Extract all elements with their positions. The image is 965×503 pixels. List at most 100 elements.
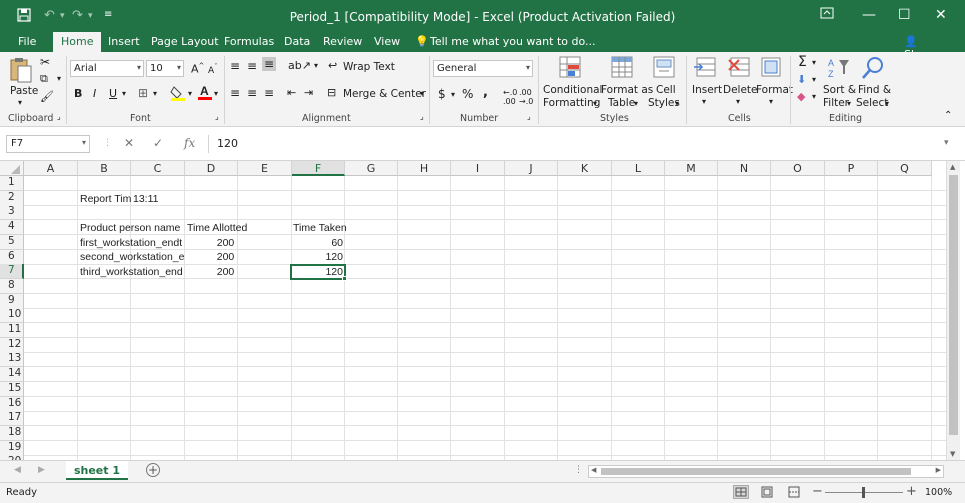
column-header-c[interactable]: C — [131, 161, 185, 176]
next-sheet-icon[interactable]: ▶ — [38, 465, 45, 475]
decrease-indent-icon[interactable]: ⇤ — [287, 86, 296, 99]
worksheet-grid[interactable]: ABCDEFGHIJKLMNOPQ 1 2 3 4 5 6 7 8 9 10 11 12 13 14 15 1… — [0, 161, 946, 460]
column-header-m[interactable]: M — [665, 161, 718, 176]
page-break-view-icon[interactable] — [787, 486, 801, 501]
horizontal-scrollbar[interactable]: ◀ ▶ — [588, 465, 944, 478]
tab-review[interactable]: Review — [323, 35, 362, 48]
merge-center-icon[interactable]: ⊟ — [327, 86, 336, 99]
fill-handle[interactable] — [342, 276, 347, 281]
tab-insert[interactable]: Insert — [108, 35, 140, 48]
delete-cells-icon[interactable] — [726, 56, 752, 83]
borders-icon[interactable]: ⊞ — [138, 86, 148, 100]
cell-f4[interactable]: Time Taken — [293, 221, 355, 236]
expand-formula-bar-icon[interactable]: ▾ — [944, 138, 949, 148]
cell-b6[interactable]: second_workstation_e — [80, 250, 185, 265]
find-select-label-1[interactable]: Find & — [858, 84, 891, 96]
maximize-icon[interactable]: ☐ — [898, 7, 911, 23]
format-as-table-icon[interactable] — [610, 56, 636, 83]
horizontal-scroll-thumb[interactable] — [601, 468, 911, 475]
minimize-icon[interactable]: — — [862, 7, 876, 23]
conditional-formatting-label-1[interactable]: Conditional — [543, 84, 602, 96]
underline-button[interactable]: U — [109, 87, 117, 100]
prev-sheet-icon[interactable]: ◀ — [14, 465, 21, 475]
sheet-tab-1[interactable]: sheet 1 — [66, 461, 128, 480]
row-header-19[interactable]: 19 — [0, 440, 24, 456]
cell-b4[interactable]: Product person name — [80, 221, 187, 236]
number-format-select[interactable]: General ▾ — [433, 60, 533, 77]
magnifier-icon[interactable] — [860, 56, 886, 83]
font-color-dropdown-icon[interactable]: ▾ — [214, 89, 218, 98]
cell-styles-icon[interactable] — [652, 56, 678, 83]
cancel-icon[interactable]: ✕ — [124, 136, 134, 150]
copy-icon[interactable]: ⧉ — [40, 72, 48, 86]
enter-icon[interactable]: ✓ — [153, 136, 163, 150]
scroll-right-icon[interactable]: ▶ — [936, 466, 941, 474]
zoom-in-icon[interactable]: + — [906, 484, 917, 499]
row-header-6[interactable]: 6 — [0, 249, 24, 265]
column-header-f[interactable]: F — [292, 161, 345, 176]
format-cells-icon[interactable] — [759, 56, 785, 83]
zoom-out-icon[interactable]: − — [812, 484, 823, 499]
decrease-font-size-icon[interactable]: Aˇ — [208, 63, 218, 76]
select-all-button[interactable] — [0, 161, 24, 176]
column-header-p[interactable]: P — [825, 161, 878, 176]
borders-dropdown-icon[interactable]: ▾ — [153, 89, 157, 98]
align-middle-icon[interactable]: ≡ — [247, 59, 257, 73]
row-header-14[interactable]: 14 — [0, 367, 24, 383]
currency-button[interactable]: $ — [438, 87, 446, 101]
alignment-launcher-icon[interactable]: ⌟ — [420, 112, 424, 121]
tab-file[interactable]: File — [18, 35, 36, 48]
cut-icon[interactable]: ✂ — [40, 55, 50, 69]
scroll-thumb[interactable] — [949, 175, 958, 435]
scroll-down-icon[interactable]: ▼ — [950, 450, 955, 458]
find-select-label-2[interactable]: Select — [856, 97, 888, 109]
vertical-scrollbar[interactable]: ▲ ▼ — [946, 161, 960, 460]
tab-split-handle[interactable]: ⋮ — [574, 465, 583, 475]
increase-font-size-icon[interactable]: A^ — [191, 62, 204, 76]
cell-f5[interactable]: 60 — [292, 236, 345, 251]
align-top-icon[interactable]: ≡ — [230, 59, 240, 73]
row-header-17[interactable]: 17 — [0, 411, 24, 427]
column-header-d[interactable]: D — [185, 161, 238, 176]
find-select-dropdown-icon[interactable]: ▾ — [885, 99, 889, 108]
row-header-2[interactable]: 2 — [0, 190, 24, 206]
row-header-9[interactable]: 9 — [0, 293, 24, 309]
page-layout-view-icon[interactable] — [760, 486, 774, 501]
row-header-3[interactable]: 3 — [0, 205, 24, 221]
tab-data[interactable]: Data — [284, 35, 310, 48]
scroll-up-icon[interactable]: ▲ — [950, 163, 955, 171]
number-launcher-icon[interactable]: ⌟ — [527, 112, 531, 121]
increase-decimal-icon[interactable]: ←.0.00 — [503, 88, 517, 106]
orientation-icon[interactable]: ab↗ — [288, 59, 311, 72]
scroll-left-icon[interactable]: ◀ — [591, 466, 596, 474]
tell-me-input[interactable]: Tell me what you want to do... — [430, 35, 596, 48]
font-launcher-icon[interactable]: ⌟ — [215, 112, 219, 121]
row-header-12[interactable]: 12 — [0, 337, 24, 353]
format-as-table-dropdown-icon[interactable]: ▾ — [634, 99, 638, 108]
paste-icon[interactable] — [8, 56, 34, 87]
tab-view[interactable]: View — [374, 35, 400, 48]
normal-view-icon[interactable] — [733, 485, 749, 499]
name-box[interactable]: F7 ▾ — [6, 135, 90, 153]
cell-d5[interactable]: 200 — [185, 236, 238, 251]
row-header-1[interactable]: 1 — [0, 176, 24, 191]
cell-f6[interactable]: 120 — [292, 250, 345, 265]
format-cells-dropdown-icon[interactable]: ▾ — [769, 97, 773, 106]
row-header-11[interactable]: 11 — [0, 323, 24, 338]
delete-cells-dropdown-icon[interactable]: ▾ — [736, 97, 740, 106]
row-header-16[interactable]: 16 — [0, 396, 24, 412]
cell-d6[interactable]: 200 — [185, 250, 238, 265]
sort-filter-label-2[interactable]: Filter — [823, 97, 849, 109]
column-header-j[interactable]: J — [505, 161, 558, 176]
cell-b7[interactable]: third_workstation_end — [80, 265, 185, 280]
sort-filter-icon[interactable]: AZ — [826, 56, 852, 83]
copy-dropdown-icon[interactable]: ▾ — [57, 74, 61, 83]
wrap-text-button[interactable]: Wrap Text — [343, 61, 395, 73]
zoom-slider-thumb[interactable] — [862, 487, 865, 498]
formula-input[interactable]: 120 — [208, 135, 958, 153]
cell-d7[interactable]: 200 — [185, 265, 238, 280]
cell-b5[interactable]: first_workstation_endt — [80, 236, 185, 251]
conditional-formatting-label-2[interactable]: Formatting — [543, 97, 600, 109]
cell-d4[interactable]: Time Allotted — [187, 221, 267, 236]
align-center-icon[interactable]: ≡ — [247, 86, 257, 100]
